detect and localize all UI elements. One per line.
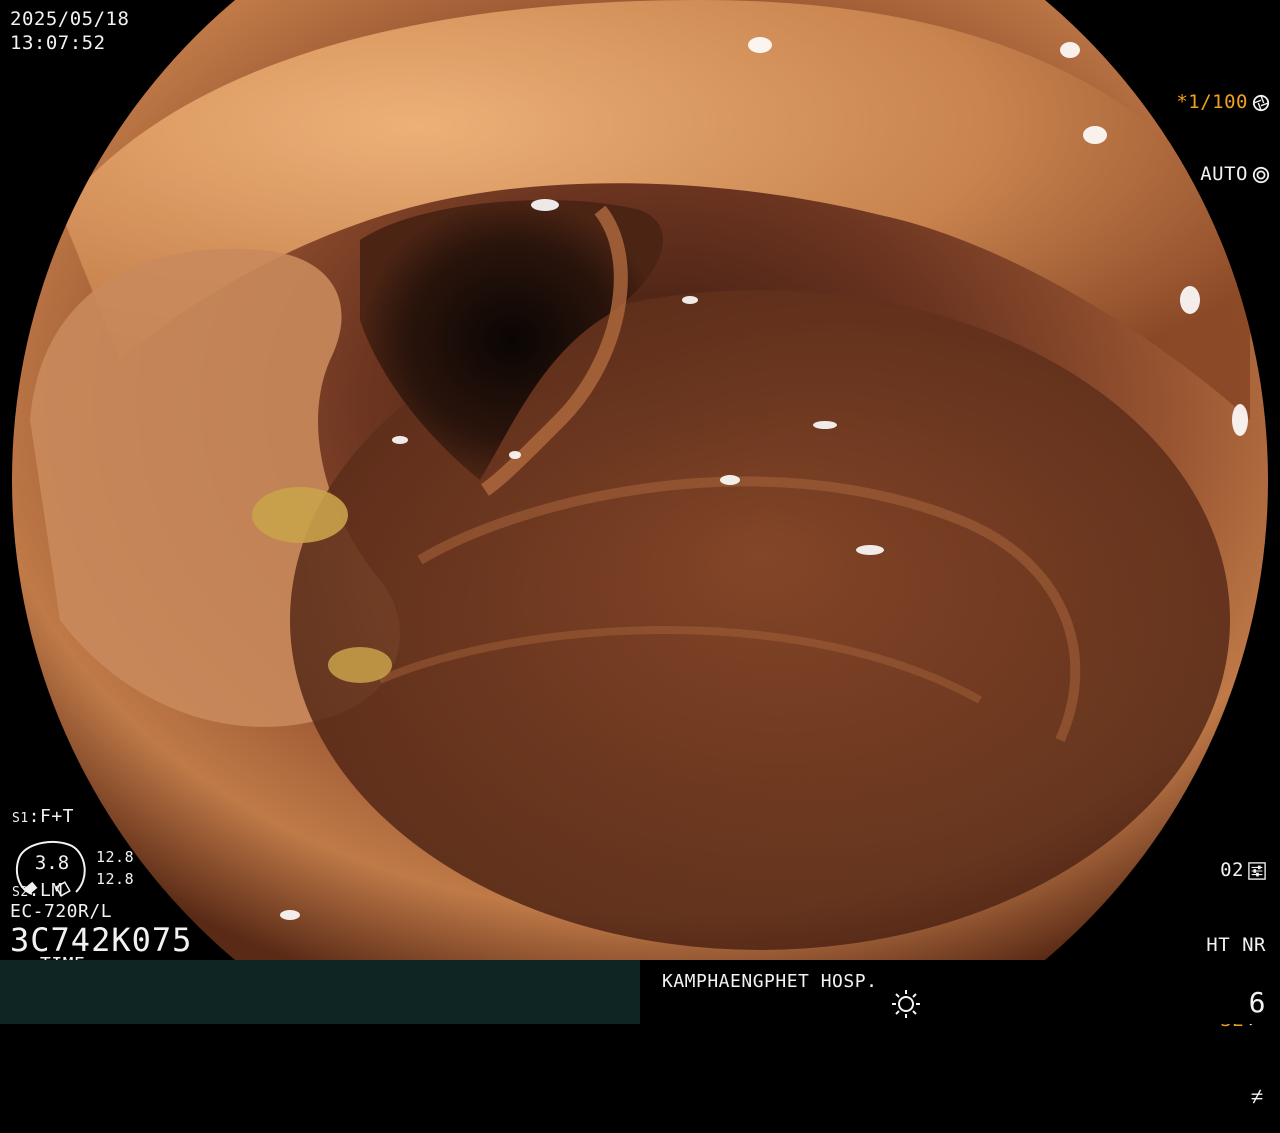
setting-slider-icon — [1248, 861, 1266, 880]
time-text: 13:07:52 — [10, 32, 106, 54]
exposure-mode-text: AUTO — [1200, 163, 1248, 185]
bottom-bar-left — [0, 960, 640, 1024]
meter-value: 3.8 — [34, 852, 70, 874]
meter-right-top: 12.8 — [96, 848, 135, 866]
aperture-icon — [1252, 94, 1270, 111]
sun-brightness-icon — [892, 990, 920, 1018]
mode-ht-nr: HT NR — [1206, 934, 1266, 956]
meter-readout: 12.8 12.8 — [96, 846, 134, 890]
setting-s1: S1:F+T — [12, 806, 75, 827]
endoscopic-image — [12, 0, 1268, 960]
endoscopy-view — [0, 0, 1280, 960]
mode-code: 02 — [1220, 859, 1244, 881]
hospital-name: KAMPHAENGPHET HOSP. — [662, 971, 878, 992]
shutter-text: *1/100 — [1176, 91, 1248, 113]
setting-key: S1 — [12, 811, 29, 826]
meter-right-bottom: 12.8 — [96, 870, 135, 888]
exposure-info: *1/100 AUTO — [1176, 42, 1270, 210]
auto-exposure-icon — [1252, 166, 1270, 183]
page-number: 6 — [1248, 986, 1266, 1019]
date-text: 2025/05/18 — [10, 8, 130, 30]
not-equal-icon — [1251, 1088, 1263, 1104]
datetime: 2025/05/18 13:07:52 — [10, 7, 129, 55]
scope-serial: 3C742K075 — [10, 921, 193, 959]
setting-value: F+T — [40, 806, 75, 827]
